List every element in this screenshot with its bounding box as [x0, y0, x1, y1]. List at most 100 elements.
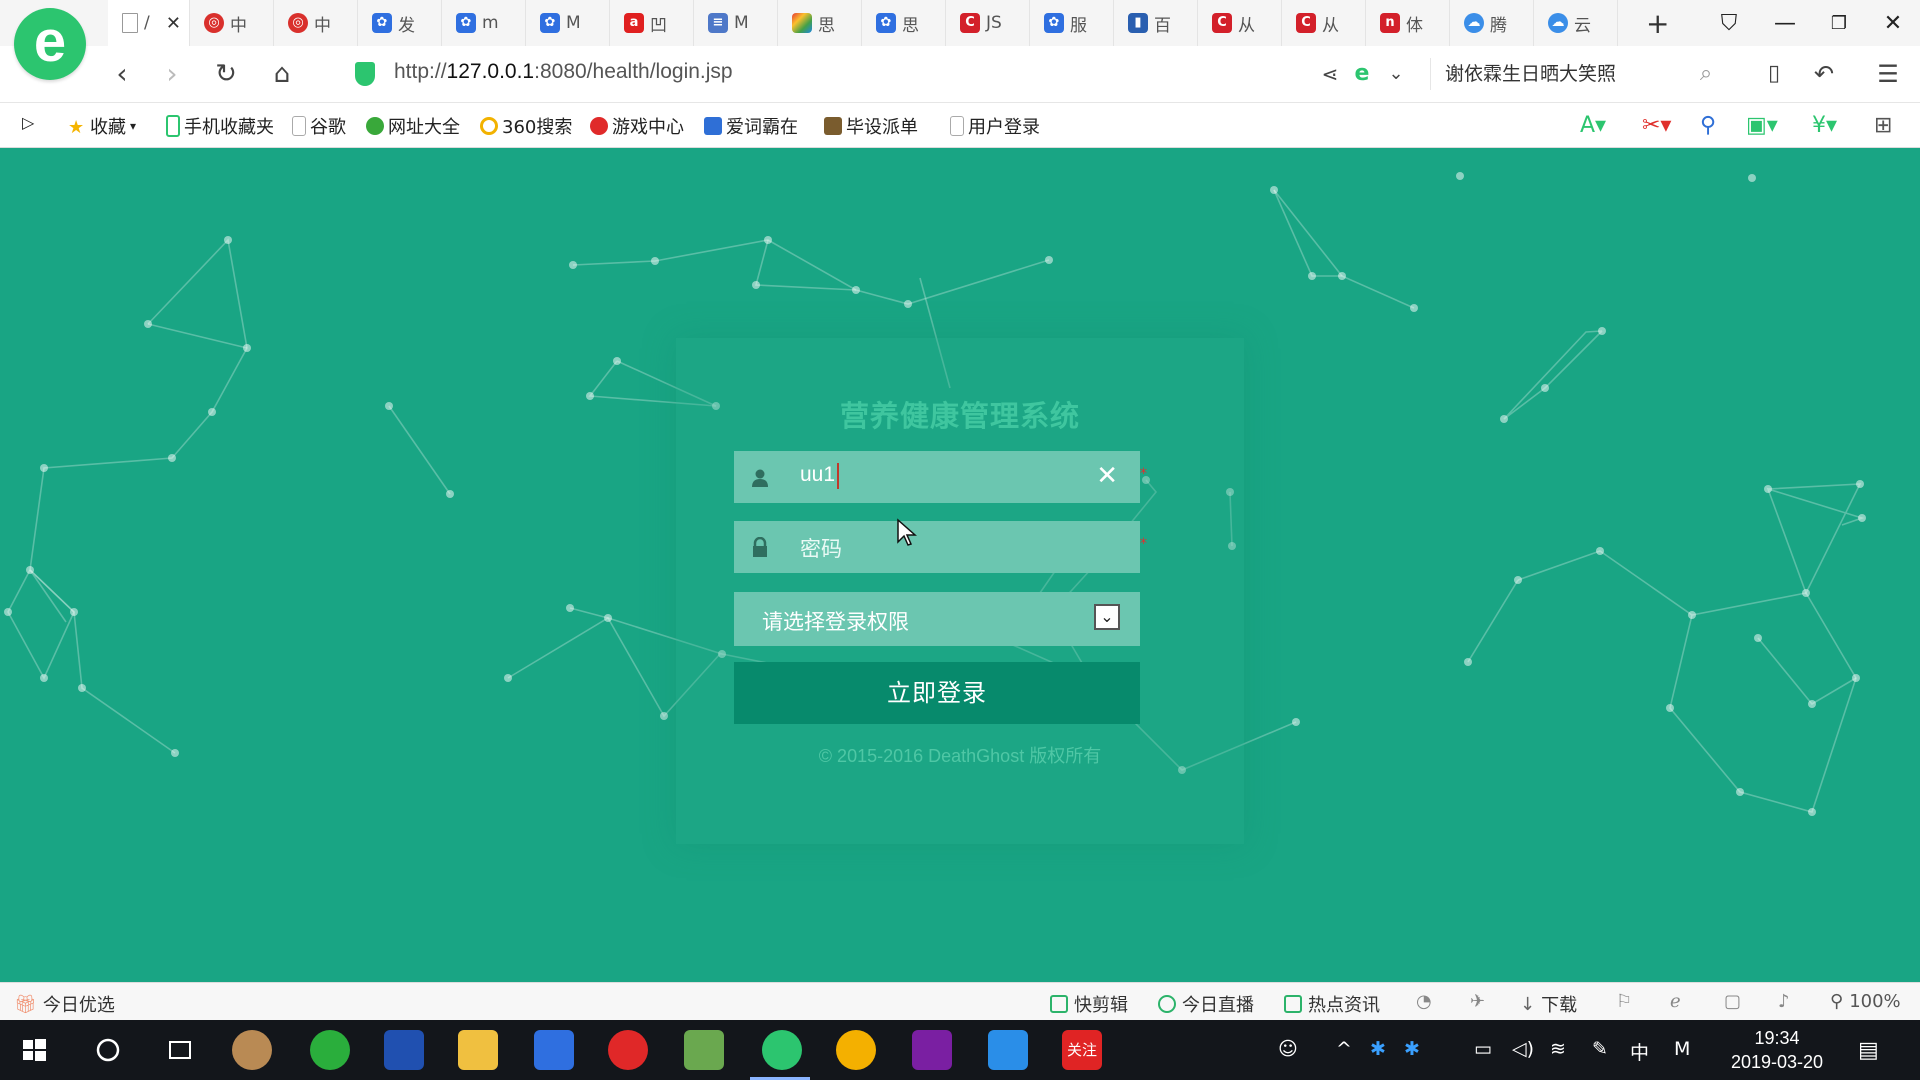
tab-item[interactable]: ✿ 思	[862, 0, 946, 46]
image-viewer-icon[interactable]	[988, 1030, 1028, 1070]
tab-item[interactable]: ✿ m	[442, 0, 526, 46]
menu-icon[interactable]: ☰	[1870, 56, 1906, 92]
tab-item[interactable]: ✿ 发	[358, 0, 442, 46]
translate-icon[interactable]: A▾	[1580, 113, 1606, 138]
wifi-icon[interactable]: ≋	[1550, 1038, 1566, 1060]
ime-mode-indicator[interactable]: M	[1674, 1038, 1690, 1060]
tab-item[interactable]: ◎ 中	[190, 0, 274, 46]
window-icon[interactable]: ▢	[1724, 991, 1741, 1012]
bookmark-directory[interactable]: 网址大全	[366, 113, 460, 139]
hot-news[interactable]: 热点资讯	[1284, 991, 1380, 1017]
tab-item[interactable]: C从	[1198, 0, 1282, 46]
pin-icon[interactable]: ✈	[1470, 991, 1485, 1012]
new-tab-button[interactable]: +	[1618, 0, 1688, 46]
download[interactable]: ↓ 下载	[1520, 991, 1577, 1017]
chevron-down-icon[interactable]: ⌄	[1378, 56, 1414, 92]
reload-button[interactable]: ↻	[208, 56, 244, 92]
yellow-app-icon[interactable]	[836, 1030, 876, 1070]
close-icon[interactable]: ✕	[166, 13, 181, 34]
notepad-icon[interactable]	[684, 1030, 724, 1070]
cortana-icon[interactable]	[88, 1030, 128, 1070]
quick-edit[interactable]: 快剪辑	[1050, 991, 1128, 1017]
bookmark-google[interactable]: 谷歌	[292, 113, 346, 139]
clear-icon[interactable]: ✕	[1096, 461, 1118, 491]
battery-icon[interactable]: ▭	[1474, 1038, 1492, 1060]
ie-icon[interactable]: ℯ	[1670, 991, 1681, 1012]
bookmark-360-search[interactable]: 360搜索	[480, 113, 572, 139]
username-field[interactable]: uu1 ✕	[734, 451, 1140, 503]
tab-item[interactable]: ☁ 云	[1534, 0, 1618, 46]
browser-logo[interactable]: e	[14, 8, 86, 80]
speed-icon[interactable]: ◔	[1416, 991, 1432, 1012]
login-button[interactable]: 立即登录	[734, 662, 1140, 724]
tab-login[interactable]: / ✕	[108, 0, 190, 46]
close-window-button[interactable]: ✕	[1868, 0, 1918, 46]
shirt-icon[interactable]: ⛉	[1704, 0, 1754, 46]
address-bar[interactable]: http://127.0.0.1:8080/health/login.jsp	[394, 60, 733, 84]
bookmark-iciba[interactable]: 爱词霸在	[704, 113, 798, 139]
folder-icon[interactable]	[458, 1030, 498, 1070]
system-clock[interactable]: 19:34 2019-03-20	[1712, 1026, 1842, 1074]
forward-button[interactable]: ›	[154, 56, 190, 92]
tab-item[interactable]: ☁ 腾	[1450, 0, 1534, 46]
eclipse-icon[interactable]	[384, 1030, 424, 1070]
ime-indicator[interactable]: 中	[1630, 1038, 1649, 1065]
restore-button[interactable]: ❐	[1814, 0, 1864, 46]
tab-item[interactable]: C JS	[946, 0, 1030, 46]
notification-icon[interactable]: ▤	[1858, 1038, 1879, 1063]
tab-item[interactable]: C从	[1282, 0, 1366, 46]
rp-icon[interactable]	[912, 1030, 952, 1070]
gamepad-icon[interactable]: ▣▾	[1746, 113, 1778, 138]
pen-icon[interactable]: ✎	[1592, 1038, 1608, 1060]
back-button[interactable]: ‹	[104, 56, 140, 92]
speaker-icon[interactable]: ◁)	[1512, 1038, 1534, 1060]
url-path: :8080/health/login.jsp	[534, 60, 733, 83]
chevron-down-icon[interactable]: ⌄	[1094, 604, 1120, 630]
bluetooth-icon[interactable]: ✱	[1370, 1038, 1386, 1060]
share-icon[interactable]: ⋖	[1312, 56, 1348, 92]
wps-icon[interactable]	[534, 1030, 574, 1070]
flag-icon[interactable]: ⚐	[1616, 991, 1632, 1012]
password-field[interactable]: 密码	[734, 521, 1140, 573]
tab-item[interactable]: 思	[778, 0, 862, 46]
sidebar-toggle-icon[interactable]: ▷	[22, 113, 34, 132]
bookmark-user-login[interactable]: 用户登录	[950, 113, 1040, 139]
search-input[interactable]: 谢依霖生日晒大笑照	[1430, 58, 1725, 90]
zoom-control[interactable]: ⚲ 100%	[1830, 991, 1901, 1012]
daily-picks[interactable]: 🎁︎ 今日优选	[14, 991, 115, 1017]
money-icon[interactable]: ¥▾	[1812, 113, 1837, 138]
bookmark-mobile[interactable]: 手机收藏夹	[166, 113, 274, 139]
follow-app-icon[interactable]: 关注	[1062, 1030, 1102, 1070]
tab-item[interactable]: ✿ 服	[1030, 0, 1114, 46]
tab-item[interactable]: ✿ M	[526, 0, 610, 46]
apps-grid-icon[interactable]: ⊞	[1874, 113, 1892, 138]
network-app-icon[interactable]: ✱	[1404, 1038, 1420, 1060]
minimize-button[interactable]: —	[1760, 0, 1810, 46]
people-icon[interactable]: ☺	[1278, 1038, 1298, 1060]
home-button[interactable]: ⌂	[264, 56, 300, 92]
bookmark-graduation[interactable]: 毕设派单	[824, 113, 918, 139]
wechat-icon[interactable]	[310, 1030, 350, 1070]
browser-taskbar-icon[interactable]	[762, 1030, 802, 1070]
tab-item[interactable]: ≡ M	[694, 0, 778, 46]
device-icon[interactable]: ▯	[1756, 56, 1792, 92]
bookmark-games[interactable]: 游戏中心	[590, 113, 684, 139]
bookmark-favorites[interactable]: ★ 收藏 ▾	[68, 113, 136, 139]
tab-item[interactable]: ◎ 中	[274, 0, 358, 46]
tab-item[interactable]: ▮ 百	[1114, 0, 1198, 46]
windows-start-icon[interactable]	[14, 1030, 54, 1070]
undo-icon[interactable]: ↶	[1806, 56, 1842, 92]
task-view-icon[interactable]	[160, 1030, 200, 1070]
live-today[interactable]: 今日直播	[1158, 991, 1254, 1017]
scissors-icon[interactable]: ✂▾	[1642, 113, 1671, 138]
volume-icon[interactable]: ♪	[1778, 991, 1790, 1012]
red-app-icon[interactable]	[608, 1030, 648, 1070]
magnifier-icon[interactable]: ⚲	[1700, 113, 1716, 138]
role-select[interactable]: 请选择登录权限 ⌄	[734, 592, 1140, 646]
search-icon[interactable]: ⌕	[1688, 56, 1724, 92]
chevron-up-icon[interactable]: ^	[1336, 1038, 1352, 1060]
tab-item[interactable]: a凹	[610, 0, 694, 46]
tab-item[interactable]: n体	[1366, 0, 1450, 46]
avatar-app-icon[interactable]	[232, 1030, 272, 1070]
engine-icon[interactable]: e	[1344, 56, 1380, 92]
